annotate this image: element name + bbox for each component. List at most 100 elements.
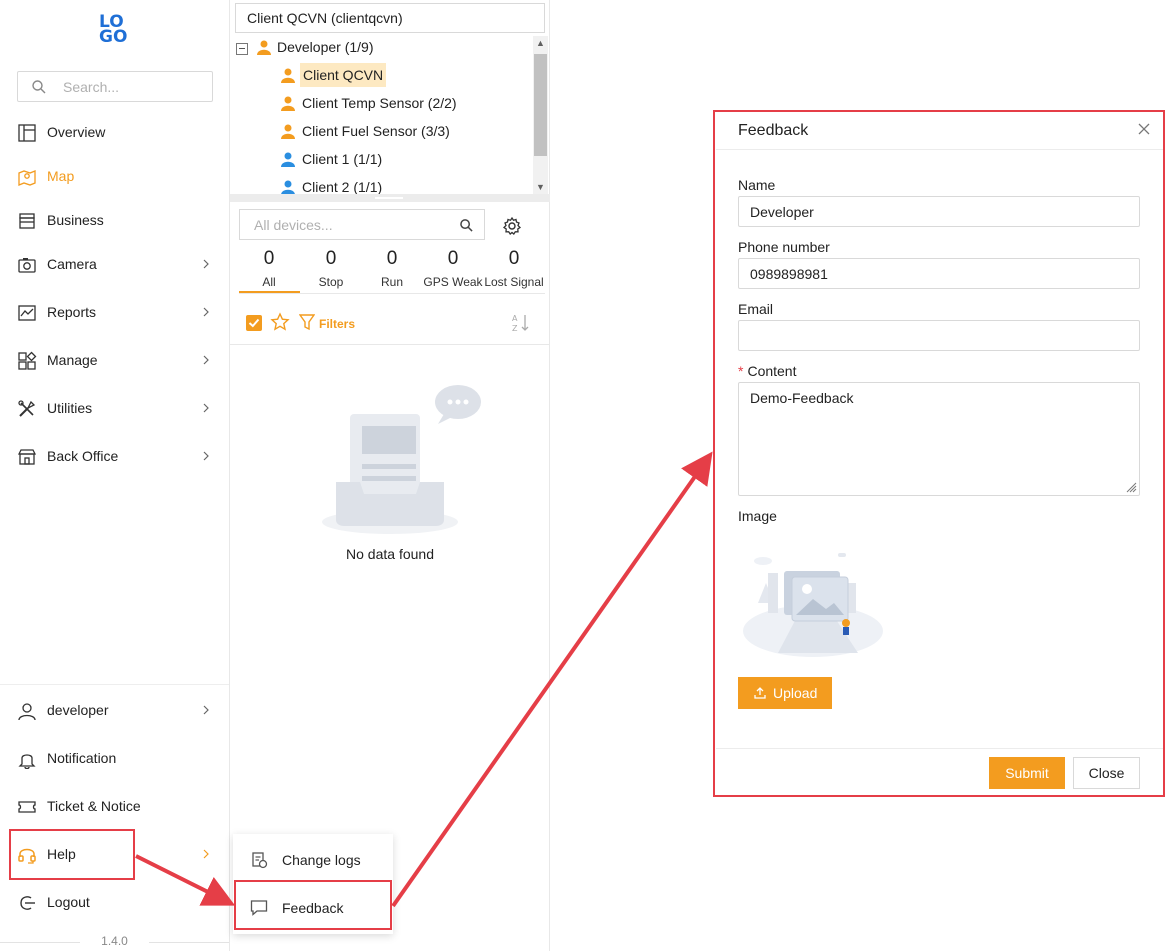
- tree-node-client-1[interactable]: Client 1 (1/1): [280, 147, 530, 173]
- sidebar-item-label: developer: [47, 702, 109, 718]
- shop-icon: [17, 449, 37, 465]
- sidebar-item-reports[interactable]: Reports: [0, 293, 229, 333]
- stat-count: 0: [508, 248, 520, 269]
- required-mark: *: [738, 363, 744, 379]
- stat-label: Stop: [318, 275, 344, 289]
- stat-label: GPS Weak: [423, 275, 483, 289]
- filters-button[interactable]: Filters: [298, 313, 355, 336]
- select-all-checkbox[interactable]: [246, 315, 262, 331]
- person-icon: [281, 68, 295, 83]
- tree-node-client-qcvn[interactable]: Client QCVN: [280, 63, 530, 89]
- bell-icon: [18, 754, 36, 769]
- stat-label: All: [262, 275, 276, 289]
- person-icon: [281, 124, 295, 139]
- sidebar-search-placeholder: Search...: [63, 79, 120, 95]
- tree-node-client-2[interactable]: Client 2 (1/1): [280, 175, 530, 194]
- email-field[interactable]: [738, 320, 1140, 351]
- collapse-icon[interactable]: [236, 43, 248, 55]
- chevron-right-icon: [203, 451, 209, 461]
- modal-header-divider: [716, 149, 1163, 150]
- app-logo[interactable]: LO GO: [99, 14, 133, 46]
- sidebar-item-map[interactable]: Map: [0, 157, 229, 197]
- sidebar-item-label: Utilities: [47, 400, 93, 416]
- stat-gps-weak[interactable]: 0 GPS Weak: [422, 248, 484, 289]
- sidebar-divider: [0, 684, 229, 685]
- modal-footer-divider: [716, 748, 1163, 749]
- chevron-right-icon: [203, 355, 209, 365]
- stat-run[interactable]: 0 Run: [361, 248, 423, 289]
- menu-item-change-logs[interactable]: Change logs: [233, 836, 393, 882]
- map-icon: [18, 170, 36, 186]
- chevron-right-icon: [203, 705, 209, 715]
- tools-icon: [18, 400, 36, 417]
- close-button[interactable]: Close: [1073, 757, 1140, 789]
- scroll-thumb[interactable]: [534, 54, 547, 156]
- chevron-right-icon: [203, 849, 209, 859]
- resize-splitter[interactable]: [230, 194, 550, 202]
- stat-label: Run: [380, 275, 403, 289]
- tree-node-developer[interactable]: Developer (1/9): [230, 35, 530, 61]
- search-icon[interactable]: [460, 219, 473, 232]
- stat-all[interactable]: 0 All: [238, 248, 300, 289]
- sidebar-item-label: Map: [47, 168, 75, 184]
- tree-node-label: Client Temp Sensor (2/2): [302, 95, 457, 111]
- device-panel: Client QCVN (clientqcvn) Developer (1/9)…: [230, 0, 550, 951]
- phone-field[interactable]: 0989898981: [738, 258, 1140, 289]
- submit-button[interactable]: Submit: [989, 757, 1065, 789]
- chevron-right-icon: [203, 403, 209, 413]
- sidebar-item-ticket-notice[interactable]: Ticket & Notice: [0, 787, 229, 827]
- upload-button[interactable]: Upload: [738, 677, 832, 709]
- tree-node-client-temp-sensor[interactable]: Client Temp Sensor (2/2): [280, 91, 530, 117]
- sidebar-item-business[interactable]: Business: [0, 201, 229, 241]
- search-icon: [32, 80, 46, 94]
- sidebar-item-developer[interactable]: developer: [0, 691, 229, 731]
- resize-handle-icon[interactable]: [1125, 481, 1137, 493]
- store-icon: [19, 213, 35, 229]
- stat-stop[interactable]: 0 Stop: [300, 248, 362, 289]
- scroll-up-icon[interactable]: ▲: [536, 38, 545, 48]
- chevron-right-icon: [203, 259, 209, 269]
- stat-count: 0: [386, 248, 398, 269]
- upload-icon: [754, 687, 766, 699]
- name-field[interactable]: Developer: [738, 196, 1140, 227]
- sidebar-item-notification[interactable]: Notification: [0, 739, 229, 779]
- sidebar-item-manage[interactable]: Manage: [0, 341, 229, 381]
- person-icon: [281, 96, 295, 111]
- tree-scrollbar[interactable]: ▲ ▼: [533, 36, 548, 196]
- sidebar-item-label: Camera: [47, 256, 97, 272]
- chevron-right-icon: [203, 307, 209, 317]
- content-value: Demo-Feedback: [750, 390, 854, 406]
- sidebar-item-logout[interactable]: Logout: [0, 883, 229, 923]
- stat-lost-signal[interactable]: 0 Lost Signal: [483, 248, 545, 289]
- image-placeholder-illustration[interactable]: [738, 543, 888, 658]
- sidebar-item-camera[interactable]: Camera: [0, 245, 229, 285]
- tree-node-label: Client 1 (1/1): [302, 151, 383, 167]
- content-textarea[interactable]: Demo-Feedback: [738, 382, 1140, 496]
- stats-divider: [239, 293, 545, 294]
- check-icon: [248, 318, 260, 328]
- gear-icon[interactable]: [502, 216, 522, 236]
- tree-node-label: Client 2 (1/1): [302, 179, 383, 194]
- sidebar-search-input[interactable]: Search...: [17, 71, 213, 102]
- tree-node-label: Developer (1/9): [277, 39, 374, 55]
- sort-az-icon[interactable]: AZ: [511, 313, 531, 333]
- sidebar-item-label: Reports: [47, 304, 97, 320]
- sidebar-item-overview[interactable]: Overview: [0, 113, 229, 153]
- scroll-down-icon[interactable]: ▼: [536, 182, 545, 192]
- close-icon[interactable]: [1137, 122, 1151, 136]
- client-tree: Developer (1/9) Client QCVN Client Temp …: [230, 34, 550, 194]
- device-search-input[interactable]: All devices...: [239, 209, 485, 240]
- tree-node-client-fuel-sensor[interactable]: Client Fuel Sensor (3/3): [280, 119, 530, 145]
- splitter-grip[interactable]: [375, 197, 403, 199]
- image-label: Image: [738, 508, 777, 524]
- star-icon[interactable]: [270, 312, 290, 332]
- svg-text:A: A: [512, 314, 518, 323]
- svg-text:Z: Z: [512, 324, 518, 333]
- sidebar: LO GO Search... Overview Map Business Ca…: [0, 0, 230, 951]
- camera-icon: [18, 258, 36, 273]
- active-stat-indicator: [239, 291, 300, 293]
- client-select[interactable]: Client QCVN (clientqcvn): [235, 3, 545, 33]
- sidebar-item-back-office[interactable]: Back Office: [0, 437, 229, 477]
- logout-icon: [20, 896, 35, 910]
- sidebar-item-utilities[interactable]: Utilities: [0, 389, 229, 429]
